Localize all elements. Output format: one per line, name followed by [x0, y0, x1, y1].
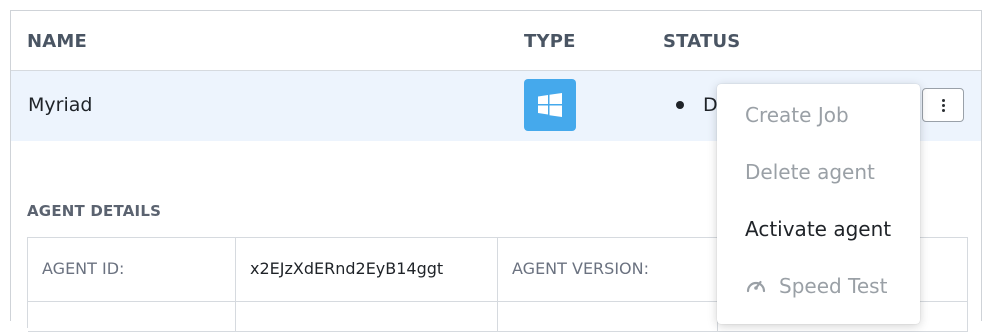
agent-id-label-cell: AGENT ID: — [28, 238, 236, 302]
menu-item-create-job[interactable]: Create Job — [745, 103, 849, 127]
table-header: NAME TYPE STATUS — [11, 11, 981, 71]
agent-details-title: AGENT DETAILS — [27, 202, 162, 220]
column-header-name[interactable]: NAME — [27, 31, 87, 52]
details-cell — [498, 302, 718, 332]
status-dot — [676, 101, 684, 109]
menu-item-delete-agent[interactable]: Delete agent — [745, 160, 875, 184]
agent-version-label: AGENT VERSION: — [512, 259, 649, 278]
speed-test-label: Speed Test — [779, 274, 888, 298]
status-text: D — [703, 94, 718, 116]
agent-id-value: x2EJzXdERnd2EyB14ggt — [250, 259, 444, 278]
agent-version-label-cell: AGENT VERSION: — [498, 238, 718, 302]
agent-id-value-cell: x2EJzXdERnd2EyB14ggt — [236, 238, 498, 302]
windows-type-badge — [524, 79, 576, 131]
details-cell — [28, 302, 236, 332]
row-actions-menu: Create Job Delete agent Activate agent S… — [717, 84, 920, 324]
details-cell — [236, 302, 498, 332]
menu-item-speed-test[interactable]: Speed Test — [745, 274, 887, 298]
column-header-type[interactable]: TYPE — [524, 31, 576, 52]
row-actions-button[interactable] — [922, 88, 964, 122]
menu-item-activate-agent[interactable]: Activate agent — [745, 217, 891, 241]
agent-name: Myriad — [28, 94, 93, 116]
column-header-status[interactable]: STATUS — [663, 31, 740, 52]
speedometer-icon — [746, 280, 766, 293]
windows-icon — [538, 93, 562, 117]
agent-id-label: AGENT ID: — [42, 259, 125, 278]
